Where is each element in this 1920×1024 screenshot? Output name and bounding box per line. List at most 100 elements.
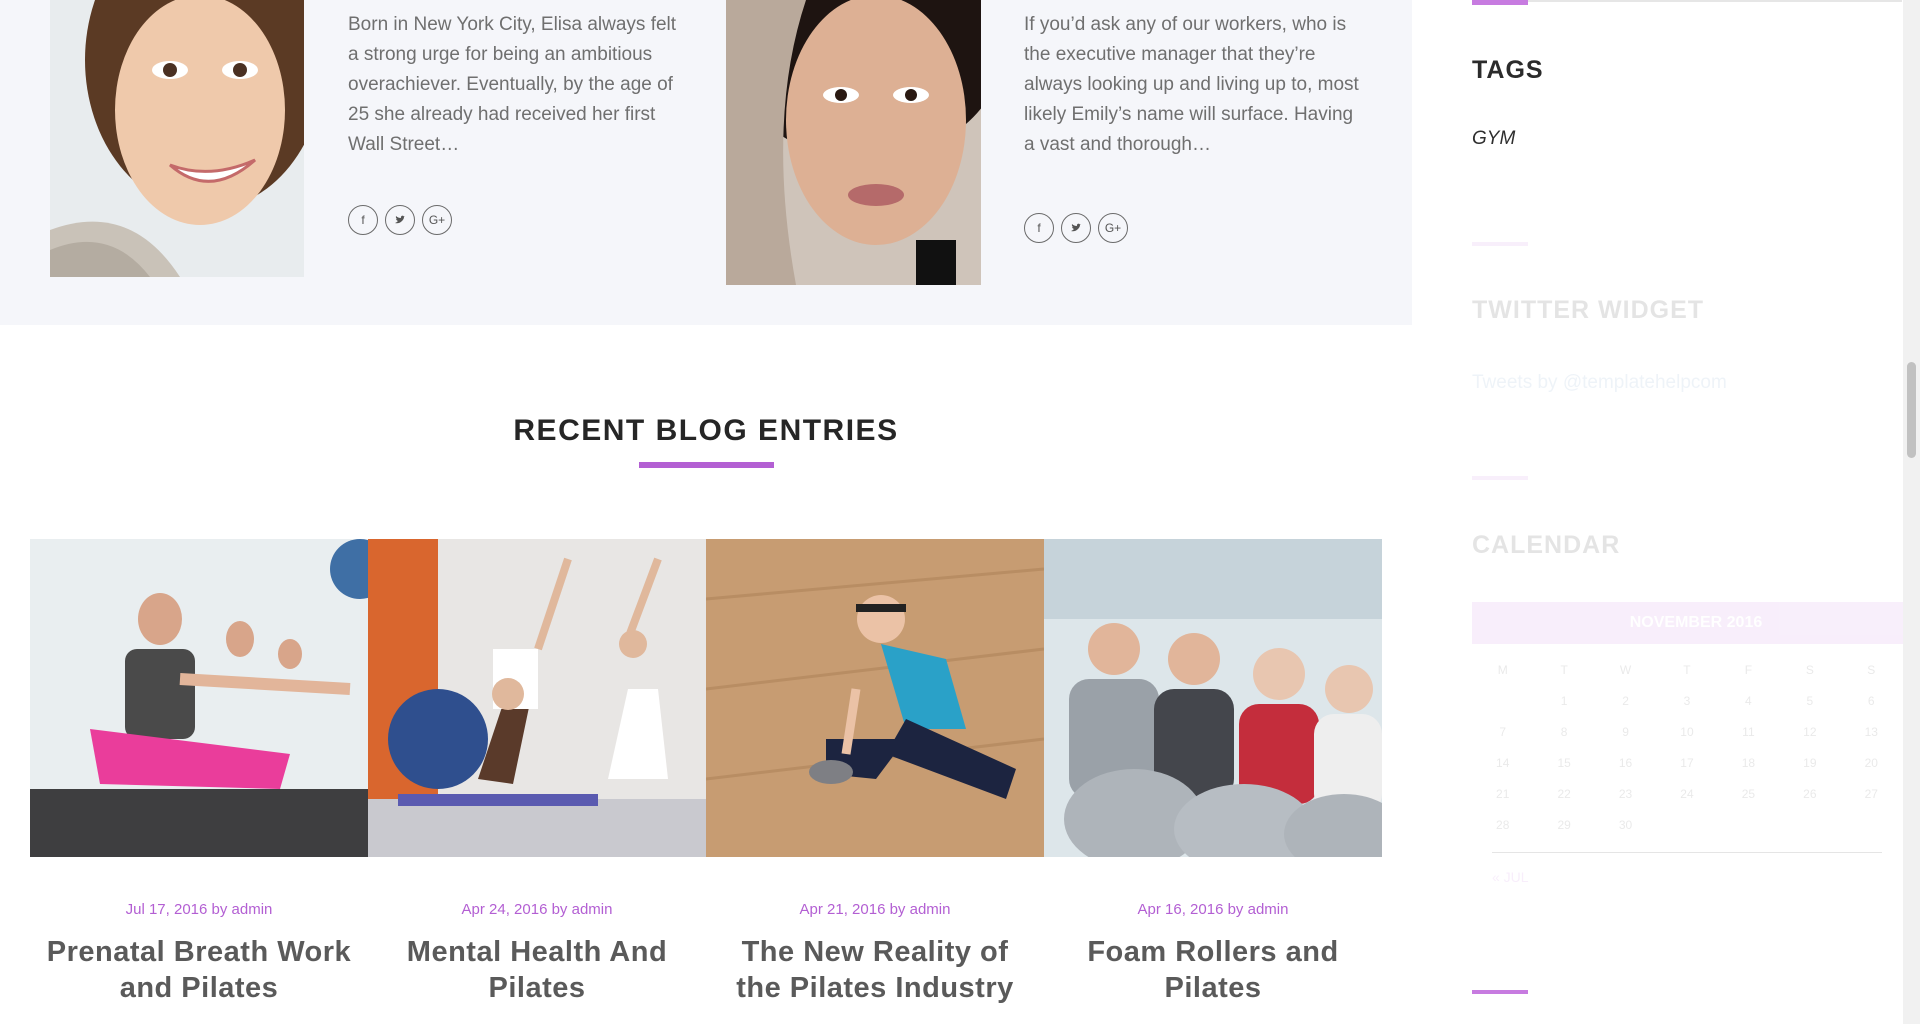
post-date: Apr 24, 2016 bbox=[461, 901, 548, 918]
blog-post: Apr 16, 2016 by admin Foam Rollers and P… bbox=[1044, 539, 1382, 1006]
calendar-divider bbox=[1492, 852, 1882, 853]
calendar-day: 27 bbox=[1864, 786, 1878, 801]
calendar-week: 7 8 9 10 11 12 13 bbox=[1472, 716, 1902, 747]
calendar-day: 20 bbox=[1864, 755, 1878, 770]
blog-post: Jul 17, 2016 by admin Prenatal Breath Wo… bbox=[30, 539, 368, 1006]
calendar-day: 12 bbox=[1803, 724, 1817, 739]
twitter-timeline-link[interactable]: Tweets by @templatehelpcom bbox=[1472, 372, 1727, 394]
calendar-day: 16 bbox=[1618, 755, 1633, 770]
calendar-week: 1 2 3 4 5 6 bbox=[1472, 685, 1902, 716]
scrollbar-thumb[interactable] bbox=[1907, 362, 1916, 458]
post-author-link[interactable]: admin bbox=[1248, 901, 1289, 918]
post-meta: Apr 24, 2016 by admin bbox=[368, 901, 706, 918]
team-section: Born in New York City, Elisa always felt… bbox=[0, 0, 1412, 325]
widget-accent bbox=[1472, 0, 1528, 5]
calendar-day bbox=[1472, 685, 1533, 716]
calendar-week: 28 29 30 bbox=[1472, 809, 1902, 840]
calendar-day: 22 bbox=[1557, 786, 1571, 801]
calendar-prev-month-link[interactable]: « JUL bbox=[1492, 869, 1920, 885]
weekday: S bbox=[1805, 662, 1814, 677]
social-links: f G+ bbox=[348, 205, 452, 235]
calendar: NOVEMBER 2016 M T W T F S S 1 2 3 4 5 6 7 8 9 10 1… bbox=[1472, 602, 1920, 885]
calendar-day: 4 bbox=[1745, 693, 1752, 708]
team-photo-elisa bbox=[50, 0, 304, 277]
blog-post: Apr 21, 2016 by admin The New Reality of… bbox=[706, 539, 1044, 1006]
calendar-week: 14 15 16 17 18 19 20 bbox=[1472, 747, 1902, 778]
calendar-day: 30 bbox=[1618, 817, 1633, 832]
post-by: by bbox=[1227, 901, 1244, 918]
calendar-day: 7 bbox=[1499, 724, 1507, 739]
calendar-grid: M T W T F S S 1 2 3 4 5 6 7 8 9 10 11 12 13 14 15 16 17 1… bbox=[1472, 654, 1902, 840]
calendar-day: 25 bbox=[1741, 786, 1756, 801]
post-meta: Apr 16, 2016 by admin bbox=[1044, 901, 1382, 918]
team-photo-emily bbox=[726, 0, 981, 285]
post-title[interactable]: Mental Health And Pilates bbox=[368, 934, 706, 1006]
widget-title-calendar: CALENDAR bbox=[1472, 531, 1621, 559]
calendar-day bbox=[1718, 809, 1779, 840]
calendar-day: 3 bbox=[1683, 693, 1691, 708]
post-title[interactable]: Prenatal Breath Work and Pilates bbox=[30, 934, 368, 1006]
weekday: F bbox=[1744, 662, 1753, 677]
calendar-day: 15 bbox=[1557, 755, 1571, 770]
section-title: RECENT BLOG ENTRIES bbox=[513, 414, 899, 447]
calendar-day: 14 bbox=[1496, 755, 1510, 770]
calendar-day: 24 bbox=[1680, 786, 1694, 801]
page-scrollbar[interactable] bbox=[1903, 0, 1920, 1024]
post-thumbnail[interactable] bbox=[368, 539, 706, 857]
post-date: Apr 21, 2016 bbox=[799, 901, 886, 918]
calendar-day: 19 bbox=[1803, 755, 1817, 770]
post-thumbnail[interactable] bbox=[1044, 539, 1382, 857]
tag-link[interactable]: GYM bbox=[1472, 128, 1515, 150]
google-plus-icon[interactable]: G+ bbox=[1098, 213, 1128, 243]
calendar-day: 11 bbox=[1742, 724, 1755, 739]
post-author-link[interactable]: admin bbox=[910, 901, 951, 918]
widget-accent bbox=[1472, 242, 1528, 246]
post-by: by bbox=[889, 901, 906, 918]
weekday: T bbox=[1560, 662, 1568, 677]
weekday: M bbox=[1497, 662, 1508, 677]
calendar-day: 13 bbox=[1864, 724, 1878, 739]
facebook-icon[interactable]: f bbox=[348, 205, 378, 235]
calendar-day: 23 bbox=[1618, 786, 1633, 801]
facebook-icon[interactable]: f bbox=[1024, 213, 1054, 243]
calendar-day bbox=[1841, 809, 1902, 840]
post-date: Jul 17, 2016 bbox=[125, 901, 208, 918]
widget-accent bbox=[1472, 476, 1528, 480]
calendar-day: 17 bbox=[1680, 755, 1694, 770]
post-title[interactable]: Foam Rollers and Pilates bbox=[1044, 934, 1382, 1006]
calendar-day: 9 bbox=[1622, 724, 1629, 739]
calendar-days: 1 2 3 4 5 6 7 8 9 10 11 12 13 14 15 16 17 18 19 20 21 22 23 24 2… bbox=[1472, 685, 1902, 840]
calendar-day: 29 bbox=[1557, 817, 1571, 832]
widget-accent bbox=[1472, 990, 1528, 994]
calendar-day: 21 bbox=[1496, 786, 1510, 801]
post-by: by bbox=[551, 901, 568, 918]
blog-post: Apr 24, 2016 by admin Mental Health And … bbox=[368, 539, 706, 1006]
widget-title-twitter: TWITTER WIDGET bbox=[1472, 296, 1705, 324]
calendar-day: 6 bbox=[1867, 693, 1875, 708]
calendar-day: 8 bbox=[1560, 724, 1568, 739]
post-meta: Apr 21, 2016 by admin bbox=[706, 901, 1044, 918]
google-plus-icon[interactable]: G+ bbox=[422, 205, 452, 235]
calendar-day: 1 bbox=[1560, 693, 1568, 708]
weekday: T bbox=[1683, 662, 1691, 677]
calendar-day: 10 bbox=[1680, 724, 1694, 739]
calendar-weekdays: M T W T F S S bbox=[1472, 654, 1902, 685]
twitter-icon[interactable] bbox=[385, 205, 415, 235]
social-links: f G+ bbox=[1024, 213, 1128, 243]
post-title[interactable]: The New Reality of the Pilates Industry bbox=[706, 934, 1044, 1006]
team-bio: Born in New York City, Elisa always felt… bbox=[348, 14, 677, 155]
calendar-day bbox=[1779, 809, 1840, 840]
calendar-day bbox=[1656, 809, 1717, 840]
post-meta: Jul 17, 2016 by admin bbox=[30, 901, 368, 918]
calendar-day: 18 bbox=[1741, 755, 1756, 770]
sidebar: TAGS GYM TWITTER WIDGET Tweets by @templ… bbox=[1472, 0, 1920, 1024]
post-thumbnail[interactable] bbox=[706, 539, 1044, 857]
team-bio: If you’d ask any of our workers, who is … bbox=[1024, 14, 1359, 155]
weekday: S bbox=[1867, 662, 1876, 677]
post-thumbnail[interactable] bbox=[30, 539, 368, 857]
calendar-caption: NOVEMBER 2016 bbox=[1472, 602, 1920, 644]
weekday: W bbox=[1619, 662, 1632, 677]
twitter-icon[interactable] bbox=[1061, 213, 1091, 243]
post-author-link[interactable]: admin bbox=[232, 901, 273, 918]
post-author-link[interactable]: admin bbox=[572, 901, 613, 918]
